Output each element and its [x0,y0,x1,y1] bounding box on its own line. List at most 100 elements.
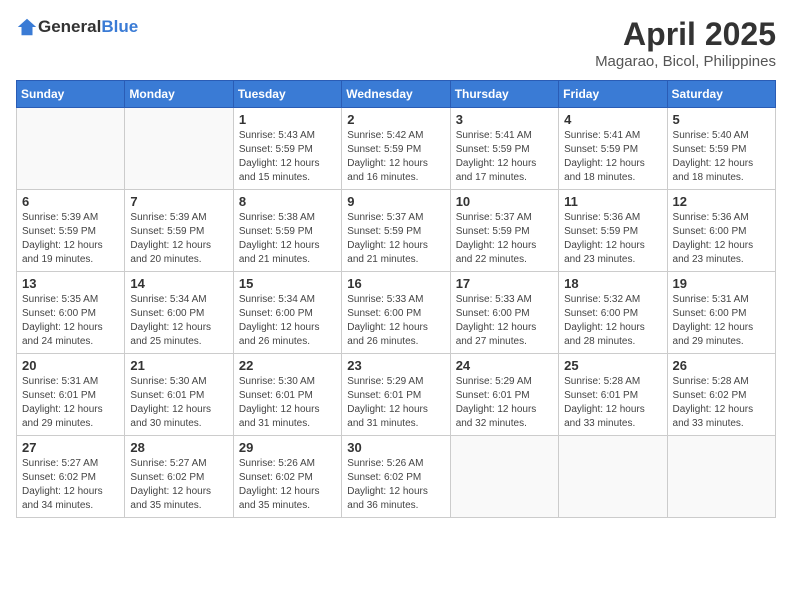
table-row: 28 Sunrise: 5:27 AM Sunset: 6:02 PM Dayli… [125,436,233,518]
calendar-week-row: 20 Sunrise: 5:31 AM Sunset: 6:01 PM Dayli… [17,354,776,436]
day-number: 22 [239,358,336,373]
col-tuesday: Tuesday [233,81,341,108]
table-row: 6 Sunrise: 5:39 AM Sunset: 5:59 PM Daylig… [17,190,125,272]
day-info: Sunrise: 5:38 AM Sunset: 5:59 PM Dayligh… [239,211,336,267]
table-row: 7 Sunrise: 5:39 AM Sunset: 5:59 PM Daylig… [125,190,233,272]
month-title: April 2025 [595,16,776,53]
table-row [667,436,775,518]
day-info: Sunrise: 5:31 AM Sunset: 6:00 PM Dayligh… [673,293,770,349]
day-number: 17 [456,276,553,291]
table-row: 20 Sunrise: 5:31 AM Sunset: 6:01 PM Dayli… [17,354,125,436]
table-row [125,108,233,190]
day-number: 19 [673,276,770,291]
table-row: 18Sunrise: 5:32 AM Sunset: 6:00 PM Dayli… [559,272,667,354]
table-row: 2Sunrise: 5:42 AM Sunset: 5:59 PM Daylig… [342,108,450,190]
day-info: Sunrise: 5:41 AM Sunset: 5:59 PM Dayligh… [456,129,553,185]
day-info: Sunrise: 5:30 AM Sunset: 6:01 PM Dayligh… [239,375,336,431]
table-row: 21 Sunrise: 5:30 AM Sunset: 6:01 PM Dayli… [125,354,233,436]
calendar-table: Sunday Monday Tuesday Wednesday Thursday… [16,80,776,518]
header: GeneralBlue April 2025 Magarao, Bicol, P… [16,16,776,70]
day-info: Sunrise: 5:33 AM Sunset: 6:00 PM Dayligh… [347,293,444,349]
table-row: 12 Sunrise: 5:36 AM Sunset: 6:00 PM Dayli… [667,190,775,272]
day-number: 9 [347,194,444,209]
day-number: 10 [456,194,553,209]
col-thursday: Thursday [450,81,558,108]
day-number: 14 [130,276,227,291]
day-info: Sunrise: 5:30 AM Sunset: 6:01 PM Dayligh… [130,375,227,431]
day-info: Sunrise: 5:40 AM Sunset: 5:59 PM Dayligh… [673,129,770,185]
day-info: Sunrise: 5:39 AM Sunset: 5:59 PM Dayligh… [22,211,119,267]
day-info: Sunrise: 5:37 AM Sunset: 5:59 PM Dayligh… [347,211,444,267]
table-row: 10Sunrise: 5:37 AM Sunset: 5:59 PM Dayli… [450,190,558,272]
col-wednesday: Wednesday [342,81,450,108]
day-number: 4 [564,112,661,127]
table-row: 11Sunrise: 5:36 AM Sunset: 5:59 PM Dayli… [559,190,667,272]
day-info: Sunrise: 5:28 AM Sunset: 6:02 PM Dayligh… [673,375,770,431]
table-row: 27 Sunrise: 5:27 AM Sunset: 6:02 PM Dayli… [17,436,125,518]
day-number: 30 [347,440,444,455]
day-number: 5 [673,112,770,127]
logo-blue: Blue [101,17,138,36]
logo-general: General [38,17,101,36]
day-info: Sunrise: 5:29 AM Sunset: 6:01 PM Dayligh… [456,375,553,431]
calendar-week-row: 6 Sunrise: 5:39 AM Sunset: 5:59 PM Daylig… [17,190,776,272]
day-number: 3 [456,112,553,127]
table-row: 26 Sunrise: 5:28 AM Sunset: 6:02 PM Dayli… [667,354,775,436]
day-info: Sunrise: 5:26 AM Sunset: 6:02 PM Dayligh… [347,457,444,513]
table-row: 9 Sunrise: 5:37 AM Sunset: 5:59 PM Daylig… [342,190,450,272]
table-row: 30 Sunrise: 5:26 AM Sunset: 6:02 PM Dayli… [342,436,450,518]
day-info: Sunrise: 5:39 AM Sunset: 5:59 PM Dayligh… [130,211,227,267]
col-friday: Friday [559,81,667,108]
table-row: 24Sunrise: 5:29 AM Sunset: 6:01 PM Dayli… [450,354,558,436]
day-info: Sunrise: 5:36 AM Sunset: 5:59 PM Dayligh… [564,211,661,267]
day-number: 21 [130,358,227,373]
day-number: 23 [347,358,444,373]
table-row: 4 Sunrise: 5:41 AM Sunset: 5:59 PM Daylig… [559,108,667,190]
day-number: 2 [347,112,444,127]
day-info: Sunrise: 5:27 AM Sunset: 6:02 PM Dayligh… [130,457,227,513]
day-info: Sunrise: 5:43 AM Sunset: 5:59 PM Dayligh… [239,129,336,185]
day-number: 13 [22,276,119,291]
day-number: 18 [564,276,661,291]
calendar-header-row: Sunday Monday Tuesday Wednesday Thursday… [17,81,776,108]
day-number: 27 [22,440,119,455]
day-number: 6 [22,194,119,209]
day-info: Sunrise: 5:36 AM Sunset: 6:00 PM Dayligh… [673,211,770,267]
table-row: 1 Sunrise: 5:43 AM Sunset: 5:59 PM Daylig… [233,108,341,190]
day-number: 28 [130,440,227,455]
day-info: Sunrise: 5:34 AM Sunset: 6:00 PM Dayligh… [239,293,336,349]
table-row [450,436,558,518]
logo-icon [16,16,38,38]
table-row [559,436,667,518]
col-saturday: Saturday [667,81,775,108]
table-row: 25Sunrise: 5:28 AM Sunset: 6:01 PM Dayli… [559,354,667,436]
table-row: 29 Sunrise: 5:26 AM Sunset: 6:02 PM Dayli… [233,436,341,518]
table-row: 13 Sunrise: 5:35 AM Sunset: 6:00 PM Dayli… [17,272,125,354]
day-info: Sunrise: 5:34 AM Sunset: 6:00 PM Dayligh… [130,293,227,349]
table-row [17,108,125,190]
title-area: April 2025 Magarao, Bicol, Philippines [595,16,776,70]
calendar-week-row: 1 Sunrise: 5:43 AM Sunset: 5:59 PM Daylig… [17,108,776,190]
day-number: 20 [22,358,119,373]
table-row: 19 Sunrise: 5:31 AM Sunset: 6:00 PM Dayli… [667,272,775,354]
table-row: 8Sunrise: 5:38 AM Sunset: 5:59 PM Daylig… [233,190,341,272]
col-sunday: Sunday [17,81,125,108]
day-info: Sunrise: 5:26 AM Sunset: 6:02 PM Dayligh… [239,457,336,513]
day-number: 12 [673,194,770,209]
day-info: Sunrise: 5:31 AM Sunset: 6:01 PM Dayligh… [22,375,119,431]
location-subtitle: Magarao, Bicol, Philippines [595,53,776,70]
day-number: 1 [239,112,336,127]
day-number: 26 [673,358,770,373]
table-row: 17 Sunrise: 5:33 AM Sunset: 6:00 PM Dayli… [450,272,558,354]
calendar-week-row: 27 Sunrise: 5:27 AM Sunset: 6:02 PM Dayli… [17,436,776,518]
col-monday: Monday [125,81,233,108]
day-info: Sunrise: 5:35 AM Sunset: 6:00 PM Dayligh… [22,293,119,349]
day-number: 29 [239,440,336,455]
table-row: 15Sunrise: 5:34 AM Sunset: 6:00 PM Dayli… [233,272,341,354]
day-info: Sunrise: 5:41 AM Sunset: 5:59 PM Dayligh… [564,129,661,185]
calendar-week-row: 13 Sunrise: 5:35 AM Sunset: 6:00 PM Dayli… [17,272,776,354]
day-number: 7 [130,194,227,209]
day-info: Sunrise: 5:27 AM Sunset: 6:02 PM Dayligh… [22,457,119,513]
day-info: Sunrise: 5:33 AM Sunset: 6:00 PM Dayligh… [456,293,553,349]
table-row: 22 Sunrise: 5:30 AM Sunset: 6:01 PM Dayli… [233,354,341,436]
